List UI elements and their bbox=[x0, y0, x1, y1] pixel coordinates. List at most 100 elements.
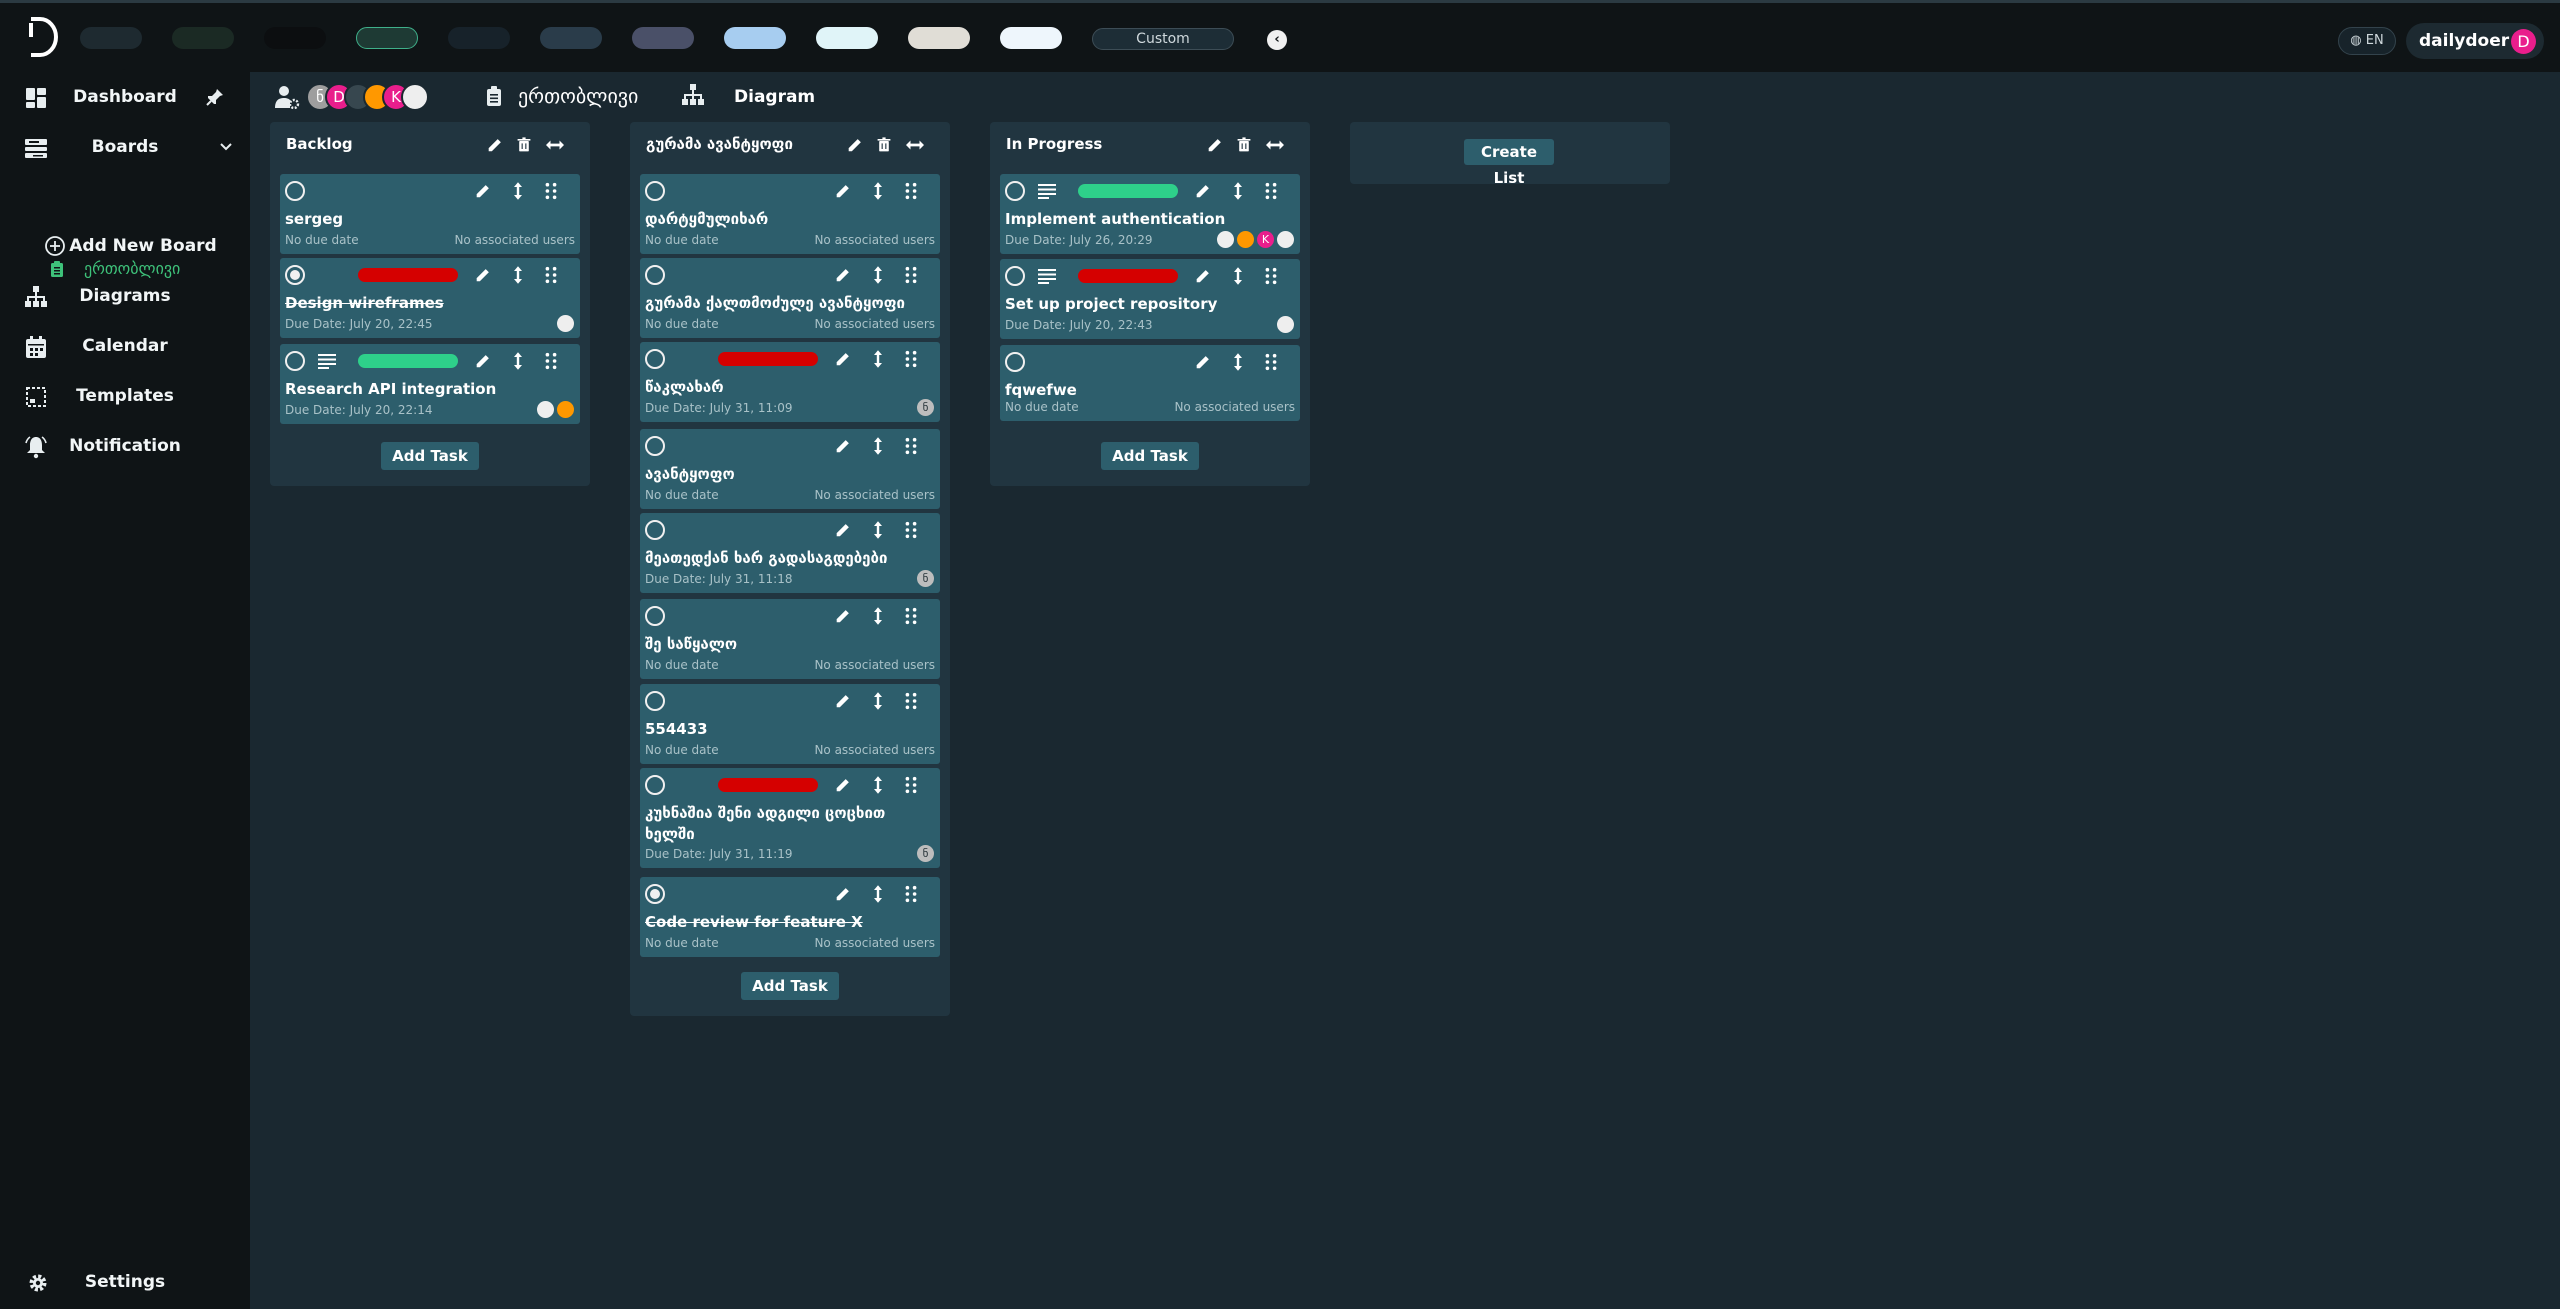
drag-handle-icon[interactable] bbox=[544, 182, 558, 204]
resize-vertical-icon[interactable] bbox=[870, 436, 886, 460]
card-assignees[interactable]: ნ bbox=[916, 398, 936, 418]
add-task-button[interactable]: Add Task bbox=[741, 972, 839, 1000]
edit-icon[interactable] bbox=[486, 136, 504, 158]
drag-handle-icon[interactable] bbox=[544, 266, 558, 288]
edit-icon[interactable] bbox=[846, 136, 864, 158]
sidebar-item-notification[interactable]: Notification bbox=[0, 426, 250, 466]
drag-handle-icon[interactable] bbox=[904, 437, 918, 459]
resize-vertical-icon[interactable] bbox=[510, 181, 526, 205]
sidebar-item-calendar[interactable]: Calendar bbox=[0, 326, 250, 366]
theme-swatch[interactable] bbox=[1000, 27, 1062, 49]
trash-icon[interactable] bbox=[1236, 136, 1252, 158]
task-card[interactable]: წაკლახარ Due Date: July 31, 11:09 ნ bbox=[640, 342, 940, 422]
card-assignees[interactable] bbox=[1276, 315, 1296, 335]
complete-checkbox[interactable] bbox=[1005, 352, 1025, 372]
resize-horizontal-icon[interactable] bbox=[904, 136, 926, 158]
label-pill[interactable] bbox=[718, 778, 818, 792]
theme-swatch[interactable] bbox=[540, 27, 602, 49]
drag-handle-icon[interactable] bbox=[544, 352, 558, 374]
trash-icon[interactable] bbox=[876, 136, 892, 158]
theme-swatch[interactable] bbox=[172, 27, 234, 49]
complete-checkbox[interactable] bbox=[645, 349, 665, 369]
complete-checkbox[interactable] bbox=[285, 351, 305, 371]
theme-swatch[interactable] bbox=[448, 27, 510, 49]
edit-icon[interactable] bbox=[834, 607, 852, 629]
collapse-icon[interactable]: ‹ bbox=[1267, 30, 1287, 50]
card-assignees[interactable]: ნ bbox=[916, 844, 936, 864]
resize-horizontal-icon[interactable] bbox=[1264, 136, 1286, 158]
resize-vertical-icon[interactable] bbox=[870, 265, 886, 289]
complete-checkbox[interactable] bbox=[285, 181, 305, 201]
task-card[interactable]: Design wireframes Due Date: July 20, 22:4… bbox=[280, 258, 580, 338]
resize-vertical-icon[interactable] bbox=[870, 349, 886, 373]
resize-vertical-icon[interactable] bbox=[870, 520, 886, 544]
trash-icon[interactable] bbox=[516, 136, 532, 158]
complete-checkbox[interactable] bbox=[1005, 266, 1025, 286]
sidebar-item-templates[interactable]: Templates bbox=[0, 376, 250, 416]
edit-icon[interactable] bbox=[834, 182, 852, 204]
list-title[interactable]: Backlog bbox=[286, 135, 353, 153]
complete-checkbox[interactable] bbox=[645, 691, 665, 711]
resize-vertical-icon[interactable] bbox=[1230, 181, 1246, 205]
edit-icon[interactable] bbox=[1194, 353, 1212, 375]
resize-vertical-icon[interactable] bbox=[870, 691, 886, 715]
task-card[interactable]: მეათედქან ხარ გადასაგდებები Due Date: Jul… bbox=[640, 513, 940, 593]
label-pill[interactable] bbox=[358, 354, 458, 368]
label-pill[interactable] bbox=[1078, 269, 1178, 283]
sidebar-item-diagrams[interactable]: Diagrams bbox=[0, 276, 250, 316]
sidebar-item-dashboard[interactable]: Dashboard bbox=[0, 77, 250, 117]
list-title[interactable]: In Progress bbox=[1006, 135, 1102, 153]
task-card[interactable]: sergeg No due date No associated users bbox=[280, 174, 580, 254]
resize-vertical-icon[interactable] bbox=[510, 351, 526, 375]
theme-swatch[interactable] bbox=[80, 27, 142, 49]
card-assignees[interactable]: K bbox=[1216, 230, 1296, 250]
edit-icon[interactable] bbox=[1194, 182, 1212, 204]
edit-icon[interactable] bbox=[834, 885, 852, 907]
task-card[interactable]: გურამა ქალთმოძულე ავანტყოფი No due date No… bbox=[640, 258, 940, 338]
edit-icon[interactable] bbox=[474, 352, 492, 374]
drag-handle-icon[interactable] bbox=[1264, 267, 1278, 289]
add-task-button[interactable]: Add Task bbox=[1101, 442, 1199, 470]
sidebar-item-add-board[interactable]: Add New Board bbox=[0, 226, 250, 266]
theme-swatch[interactable] bbox=[908, 27, 970, 49]
theme-swatch[interactable] bbox=[632, 27, 694, 49]
resize-vertical-icon[interactable] bbox=[1230, 266, 1246, 290]
user-menu-button[interactable]: dailydoer D bbox=[2406, 23, 2544, 59]
task-card[interactable]: Set up project repository Due Date: July … bbox=[1000, 259, 1300, 339]
drag-handle-icon[interactable] bbox=[904, 692, 918, 714]
language-button[interactable]: ◍ EN bbox=[2338, 27, 2396, 55]
task-card[interactable]: fqwefwe No due date No associated users bbox=[1000, 345, 1300, 421]
custom-theme-button[interactable]: Custom bbox=[1092, 28, 1234, 50]
resize-vertical-icon[interactable] bbox=[870, 775, 886, 799]
create-list-button[interactable]: Create List bbox=[1464, 139, 1554, 187]
board-members[interactable]: ნDK bbox=[306, 83, 446, 111]
add-task-button[interactable]: Add Task bbox=[381, 442, 479, 470]
drag-handle-icon[interactable] bbox=[1264, 182, 1278, 204]
sidebar-item-settings[interactable]: Settings bbox=[0, 1262, 250, 1302]
pin-icon[interactable] bbox=[205, 87, 225, 107]
card-assignees[interactable] bbox=[536, 400, 576, 420]
manage-members-icon[interactable] bbox=[274, 84, 300, 110]
edit-icon[interactable] bbox=[834, 521, 852, 543]
complete-checkbox[interactable] bbox=[645, 520, 665, 540]
drag-handle-icon[interactable] bbox=[1264, 353, 1278, 375]
edit-icon[interactable] bbox=[1194, 267, 1212, 289]
chevron-down-icon[interactable] bbox=[218, 139, 234, 155]
theme-swatch[interactable] bbox=[356, 27, 418, 49]
complete-checkbox[interactable] bbox=[645, 606, 665, 626]
task-card[interactable]: კუხნაშია შენი ადგილი ცოცხით ხელში Due Dat… bbox=[640, 768, 940, 868]
task-card[interactable]: 554433 No due date No associated users bbox=[640, 684, 940, 764]
edit-icon[interactable] bbox=[834, 350, 852, 372]
resize-horizontal-icon[interactable] bbox=[544, 136, 566, 158]
task-card[interactable]: დარტყმულიხარ No due date No associated use… bbox=[640, 174, 940, 254]
edit-icon[interactable] bbox=[1206, 136, 1224, 158]
drag-handle-icon[interactable] bbox=[904, 182, 918, 204]
resize-vertical-icon[interactable] bbox=[870, 606, 886, 630]
sidebar-item-boards[interactable]: Boards bbox=[0, 127, 250, 167]
complete-checkbox[interactable] bbox=[1005, 181, 1025, 201]
complete-checkbox[interactable] bbox=[645, 884, 665, 904]
task-card[interactable]: ავანტყოფო No due date No associated users bbox=[640, 429, 940, 509]
app-logo[interactable] bbox=[22, 13, 62, 61]
resize-vertical-icon[interactable] bbox=[1230, 352, 1246, 376]
theme-swatch[interactable] bbox=[724, 27, 786, 49]
